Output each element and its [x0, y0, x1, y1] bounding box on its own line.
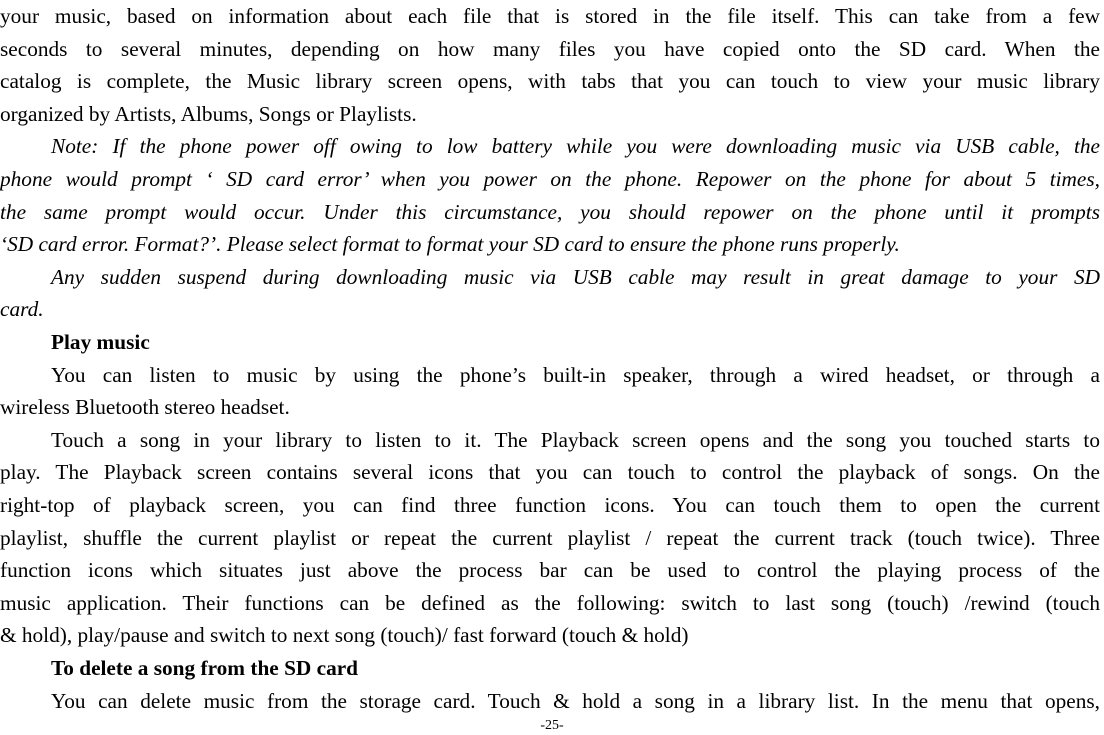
play-music-heading: Play music: [51, 330, 150, 354]
catalog-paragraph-line: your music, based on information about e…: [0, 4, 1100, 28]
note-paragraph-line: phone would prompt ‘ SD card error’ when…: [0, 167, 1100, 191]
playback-paragraph-line: music application. Their functions can b…: [0, 590, 1100, 615]
warning-paragraph-line: card.: [0, 297, 44, 322]
delete-song-heading: To delete a song from the SD card: [51, 656, 359, 680]
playback-paragraph-line: Touch a song in your library to listen t…: [51, 427, 1100, 452]
delete-paragraph-line: You can delete music from the storage ca…: [51, 688, 1100, 713]
catalog-paragraph-line: organized by Artists, Albums, Songs or P…: [0, 101, 417, 126]
playback-paragraph-line: & hold), play/pause and switch to next s…: [0, 623, 689, 648]
warning-paragraph-line: Any sudden suspend during downloading mu…: [51, 264, 1100, 289]
playback-paragraph-line: playlist, shuffle the current playlist o…: [0, 525, 1100, 550]
note-paragraph-line: Note: If the phone power off owing to lo…: [51, 134, 1100, 159]
listen-paragraph-line: wireless Bluetooth stereo headset.: [0, 395, 290, 420]
catalog-paragraph-line: catalog is complete, the Music library s…: [0, 69, 1100, 94]
playback-paragraph-line: play. The Playback screen contains sever…: [0, 460, 1100, 485]
page-number: -25-: [540, 718, 564, 733]
listen-paragraph-line: You can listen to music by using the pho…: [51, 362, 1100, 387]
note-paragraph-line: ‘SD card error. Format?’. Please select …: [0, 232, 900, 257]
note-paragraph-line: the same prompt would occur. Under this …: [0, 199, 1100, 224]
catalog-paragraph-line: seconds to several minutes, depending on…: [0, 36, 1100, 61]
playback-paragraph-line: right-top of playback screen, you can fi…: [0, 493, 1100, 517]
playback-paragraph-line: function icons which situates just above…: [0, 558, 1100, 583]
